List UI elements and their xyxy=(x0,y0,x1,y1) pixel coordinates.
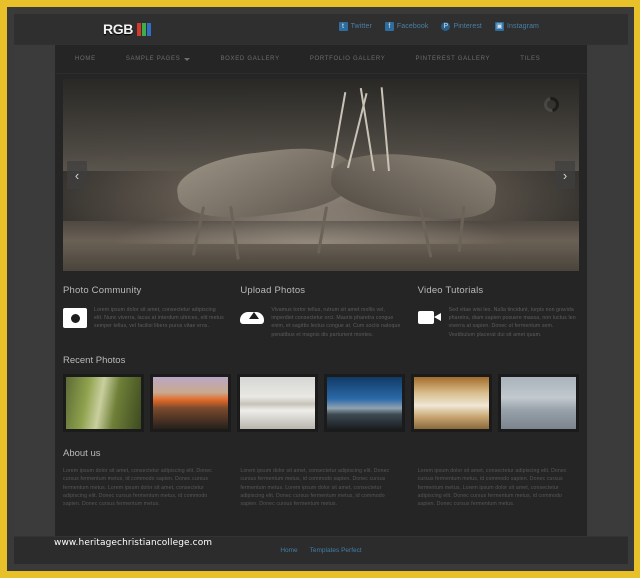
photo-thumbnail[interactable] xyxy=(411,373,492,432)
hero-prev-arrow[interactable]: ‹ xyxy=(67,161,87,189)
footer-link-templates-perfect[interactable]: Templates Perfect xyxy=(310,547,362,554)
nav-item-label: PORTFOLIO GALLERY xyxy=(309,56,386,62)
instagram-icon: ▣ xyxy=(494,22,504,31)
photo-thumbnail[interactable] xyxy=(498,373,579,432)
nav-item-label: TILES xyxy=(520,56,541,62)
feature-body: Lorem ipsum dolor sit amet, consectetur … xyxy=(63,306,224,331)
feature-body: Sed vitae wisi leo. Nulla tincidunt, tur… xyxy=(417,306,579,339)
feature-body: Vivamus tortor tellus, rutrum sit amet m… xyxy=(240,306,401,339)
yellow-page-frame: RGB t Twitter f Facebook P Pinterest ▣ Instagra… xyxy=(0,0,640,578)
about-column: Lorem ipsum dolor sit amet, consectetur … xyxy=(63,467,212,508)
hero-next-arrow[interactable]: › xyxy=(555,161,575,189)
social-link-pinterest[interactable]: P Pinterest xyxy=(441,22,482,31)
about-column: Lorem ipsum dolor sit amet, consectetur … xyxy=(240,467,390,508)
about-title: About us xyxy=(63,447,101,459)
nav-item-sample-pages[interactable]: SAMPLE PAGES xyxy=(111,56,206,62)
content-shell: HOME SAMPLE PAGES BOXED GALLERY PORTFOLIO G… xyxy=(55,45,587,557)
feature-title: Photo Community xyxy=(63,285,142,296)
recent-photos-title: Recent Photos xyxy=(63,354,126,366)
recent-photos-grid xyxy=(55,373,587,432)
social-link-instagram[interactable]: ▣ Instagram xyxy=(494,22,539,31)
nav-item-label: PINTEREST GALLERY xyxy=(415,56,491,62)
about-columns: Lorem ipsum dolor sit amet, consectetur … xyxy=(55,467,587,509)
social-links: t Twitter f Facebook P Pinterest ▣ Instagram xyxy=(338,22,539,31)
feature-text: Vivamus tortor tellus, rutrum sit amet m… xyxy=(271,307,401,338)
main-navigation: HOME SAMPLE PAGES BOXED GALLERY PORTFOLIO G… xyxy=(55,45,587,74)
twitter-icon: t xyxy=(338,22,348,31)
social-link-label: Facebook xyxy=(396,23,429,30)
feature-text: Lorem ipsum dolor sit amet, consectetur … xyxy=(94,307,224,330)
social-link-label: Pinterest xyxy=(453,23,482,30)
photo-thumbnail[interactable] xyxy=(324,373,405,432)
photo-thumbnail[interactable] xyxy=(150,373,231,432)
social-link-label: Instagram xyxy=(506,23,539,30)
footer-link-home[interactable]: Home xyxy=(280,547,297,554)
feature-text: Sed vitae wisi leo. Nulla tincidunt, tur… xyxy=(448,307,576,338)
pinterest-icon: P xyxy=(441,22,451,31)
top-bar: RGB t Twitter f Facebook P Pinterest ▣ Instagra… xyxy=(14,14,628,45)
watermark-text: www.heritagechristiancollege.com xyxy=(54,538,213,548)
feature-upload-photos: Upload Photos Vivamus tortor tellus, rutr… xyxy=(240,285,401,339)
nav-item-boxed-gallery[interactable]: BOXED GALLERY xyxy=(205,56,294,62)
social-link-twitter[interactable]: t Twitter xyxy=(338,22,372,31)
nav-item-portfolio-gallery[interactable]: PORTFOLIO GALLERY xyxy=(295,56,401,62)
nav-item-pinterest-gallery[interactable]: PINTEREST GALLERY xyxy=(401,56,506,62)
feature-columns: Photo Community Lorem ipsum dolor sit ame… xyxy=(55,271,587,339)
chevron-down-icon xyxy=(184,57,191,61)
nav-item-label: SAMPLE PAGES xyxy=(125,56,181,62)
feature-photo-community: Photo Community Lorem ipsum dolor sit ame… xyxy=(63,285,224,339)
feature-title: Upload Photos xyxy=(240,285,306,296)
cloud-upload-icon xyxy=(240,308,265,328)
feature-title: Video Tutorials xyxy=(417,285,484,296)
page-root: RGB t Twitter f Facebook P Pinterest ▣ Instagra… xyxy=(14,14,628,564)
facebook-icon: f xyxy=(384,22,394,31)
nav-item-label: HOME xyxy=(75,56,96,62)
logo-bar-red xyxy=(136,22,141,36)
hero-slider[interactable]: ‹ › xyxy=(63,79,579,271)
nav-item-label: BOXED GALLERY xyxy=(220,56,280,62)
logo-bar-green xyxy=(141,22,146,36)
social-link-facebook[interactable]: f Facebook xyxy=(384,22,429,31)
video-camera-icon xyxy=(417,308,442,328)
feature-video-tutorials: Video Tutorials Sed vitae wisi leo. Nulla… xyxy=(417,285,579,339)
logo-bar-blue xyxy=(146,22,151,36)
photo-thumbnail[interactable] xyxy=(63,373,144,432)
about-column: Lorem ipsum dolor sit amet, consectetur … xyxy=(417,467,567,508)
nav-item-home[interactable]: HOME xyxy=(69,56,111,62)
logo-text: RGB xyxy=(103,21,133,37)
nav-item-tiles[interactable]: TILES xyxy=(505,56,555,62)
social-link-label: Twitter xyxy=(350,23,372,30)
site-logo[interactable]: RGB xyxy=(103,21,151,37)
photo-thumbnail[interactable] xyxy=(237,373,318,432)
logo-color-bars xyxy=(136,22,151,36)
camera-icon xyxy=(63,308,87,328)
